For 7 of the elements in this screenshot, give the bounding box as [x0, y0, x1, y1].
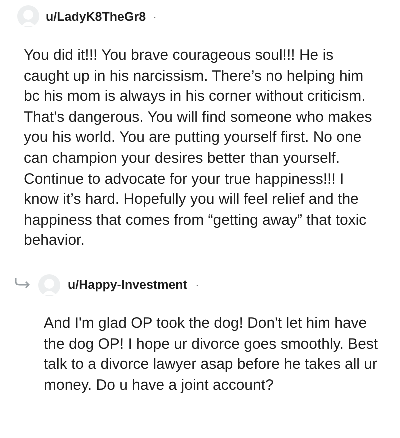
username-link[interactable]: u/Happy-Investment — [68, 278, 188, 292]
username-link[interactable]: u/LadyK8TheGr8 — [46, 10, 146, 24]
reply-arrow-icon — [14, 277, 32, 290]
comment-text: And I'm glad OP took the dog! Don't let him have the dog OP! I hope ur divorce goes smoothly. Best talk to a divorce lawyer asap before he takes all ur money. Do u have a joint account? — [44, 314, 380, 396]
separator-dot: · — [153, 10, 158, 24]
separator-dot: · — [195, 278, 200, 292]
comment-text: You did it!!! You brave courageous soul!!! He is caught up in his narcissism. There’s no helping him bc his mom is always in his corner without criticism. That’s dangerous. You will find someone who makes you his world. You are putting yourself first. No one can champion your desires better than yourself. Continue to advocate for your true happiness!!! I know it’s hard. Hopefully you will feel relief and the happiness that comes from “getting away” that toxic behavior. — [24, 46, 374, 252]
